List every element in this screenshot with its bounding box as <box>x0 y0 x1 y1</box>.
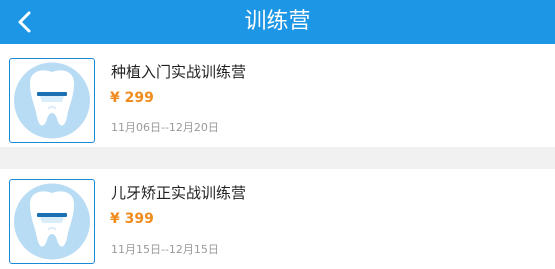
course-price: ¥ 399 <box>110 211 154 227</box>
course-name: 种植入门实战训练营 <box>111 63 247 81</box>
course-card[interactable]: 儿牙矫正实战训练营 ¥ 399 11月15日--12月15日 <box>0 169 555 269</box>
course-thumbnail <box>9 58 95 143</box>
app-header: 训练营 <box>0 0 555 44</box>
course-name: 儿牙矫正实战训练营 <box>111 184 247 202</box>
tooth-icon <box>14 62 90 139</box>
course-dates: 11月15日--12月15日 <box>111 243 219 256</box>
page-title: 训练营 <box>244 9 311 34</box>
course-dates: 11月06日--12月20日 <box>111 121 219 134</box>
course-price: ¥ 299 <box>110 90 154 106</box>
course-card[interactable]: 种植入门实战训练营 ¥ 299 11月06日--12月20日 <box>0 44 555 147</box>
tooth-icon <box>14 183 90 260</box>
course-thumbnail <box>9 179 95 264</box>
